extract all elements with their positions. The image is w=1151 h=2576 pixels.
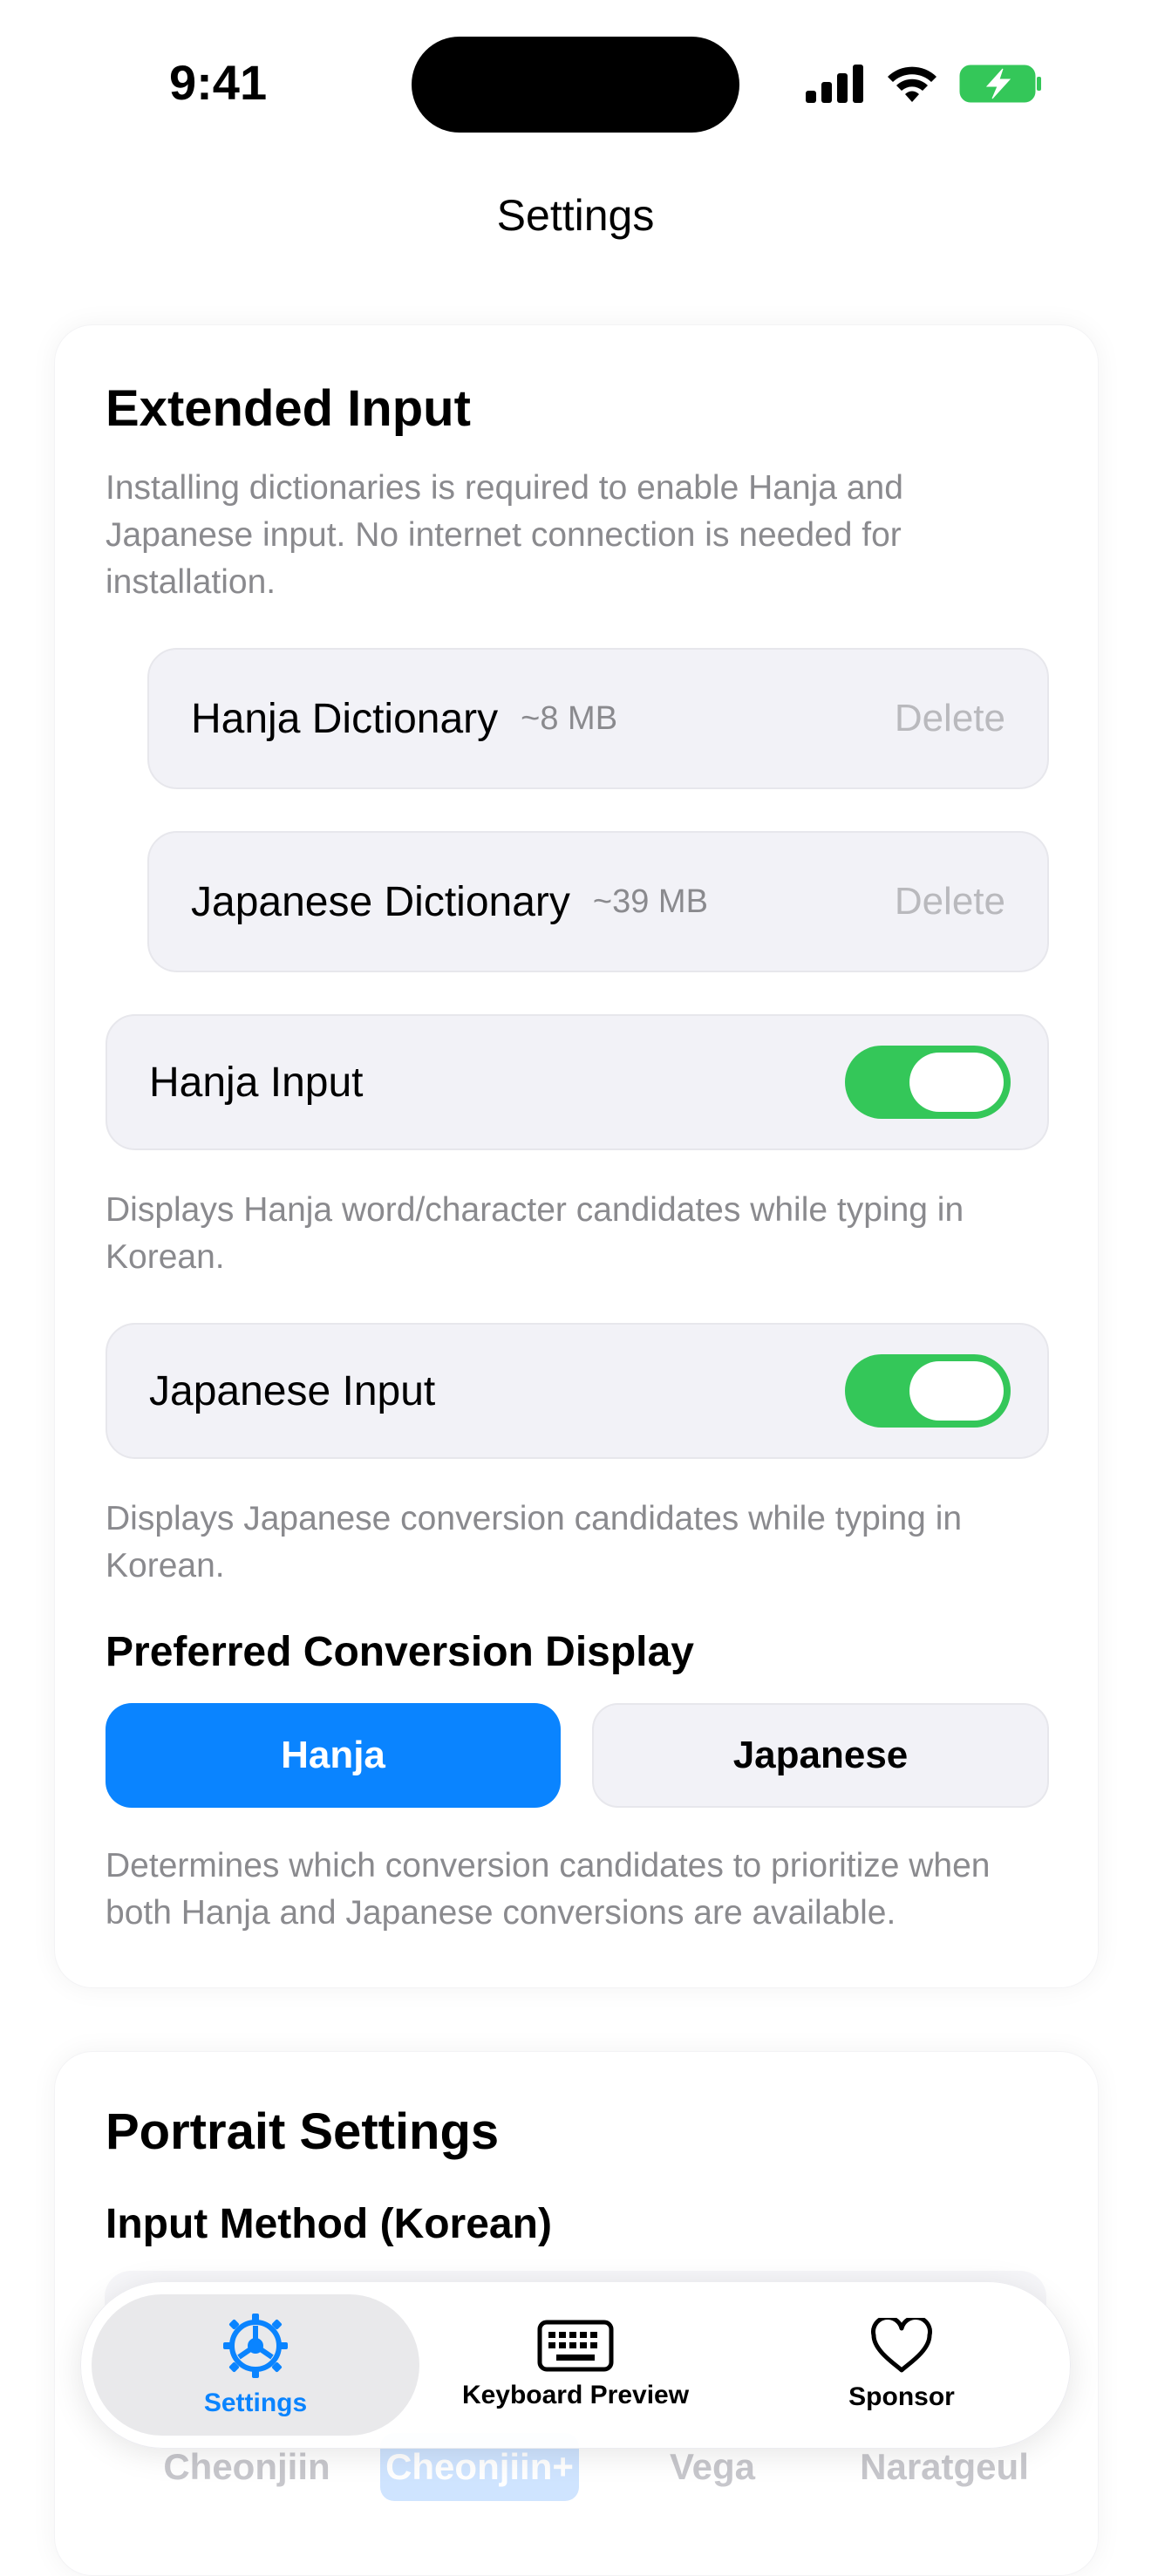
preferred-hanja-button[interactable]: Hanja xyxy=(106,1703,561,1808)
toggle-knob xyxy=(909,1053,1004,1112)
page-title: Settings xyxy=(496,191,655,240)
battery-charging-icon xyxy=(959,65,1041,103)
portrait-settings-heading: Portrait Settings xyxy=(106,2103,500,2160)
hanja-input-label: Hanja Input xyxy=(149,1059,364,1106)
tab-sponsor[interactable]: Sponsor xyxy=(758,2282,1045,2448)
heart-icon xyxy=(871,2318,932,2373)
extended-input-description: Installing dictionaries is required to e… xyxy=(106,469,903,601)
gear-icon xyxy=(223,2314,288,2378)
hanja-input-row: Hanja Input xyxy=(106,1014,1049,1150)
keyboard-icon xyxy=(537,2320,614,2372)
japanese-input-row: Japanese Input xyxy=(106,1323,1049,1459)
tab-settings[interactable]: Settings xyxy=(92,2294,419,2436)
japanese-dictionary-delete-button[interactable]: Delete xyxy=(895,880,1005,923)
tab-keyboard-preview-label: Keyboard Preview xyxy=(461,2381,690,2409)
input-method-label: Input Method (Korean) xyxy=(106,2201,552,2247)
hanja-dictionary-label: Hanja Dictionary xyxy=(191,695,499,742)
tab-keyboard-preview[interactable]: Keyboard Preview xyxy=(430,2282,721,2448)
wifi-icon xyxy=(888,66,936,102)
japanese-dictionary-label: Japanese Dictionary xyxy=(191,878,570,925)
hanja-dictionary-row: Hanja Dictionary ~8 MB Delete xyxy=(147,648,1049,789)
japanese-input-description: Displays Japanese conversion candidates … xyxy=(106,1500,963,1584)
japanese-dictionary-size: ~39 MB xyxy=(592,883,708,920)
cellular-signal-icon xyxy=(806,65,863,103)
dynamic-island xyxy=(412,37,739,133)
tab-sponsor-label: Sponsor xyxy=(848,2382,955,2411)
hanja-dictionary-delete-button[interactable]: Delete xyxy=(895,697,1005,740)
preferred-conversion-heading: Preferred Conversion Display xyxy=(106,1629,694,1675)
hanja-input-description: Displays Hanja word/character candidates… xyxy=(106,1191,964,1276)
japanese-input-label: Japanese Input xyxy=(149,1367,436,1414)
preferred-japanese-button[interactable]: Japanese xyxy=(592,1703,1049,1808)
japanese-input-toggle[interactable] xyxy=(845,1354,1011,1428)
hanja-input-toggle[interactable] xyxy=(845,1046,1011,1119)
status-icons xyxy=(806,58,1043,110)
tab-settings-label: Settings xyxy=(203,2389,308,2417)
extended-input-card: Extended Input Installing dictionaries i… xyxy=(54,324,1099,1988)
japanese-dictionary-row: Japanese Dictionary ~39 MB Delete xyxy=(147,831,1049,972)
preferred-conversion-description: Determines which conversion candidates t… xyxy=(106,1847,991,1932)
status-time: 9:41 xyxy=(169,55,268,110)
hanja-dictionary-size: ~8 MB xyxy=(521,699,618,737)
tab-bar: Settings Keyboard Preview Sponsor xyxy=(80,2281,1071,2449)
extended-input-heading: Extended Input xyxy=(106,380,471,437)
toggle-knob xyxy=(909,1361,1004,1421)
